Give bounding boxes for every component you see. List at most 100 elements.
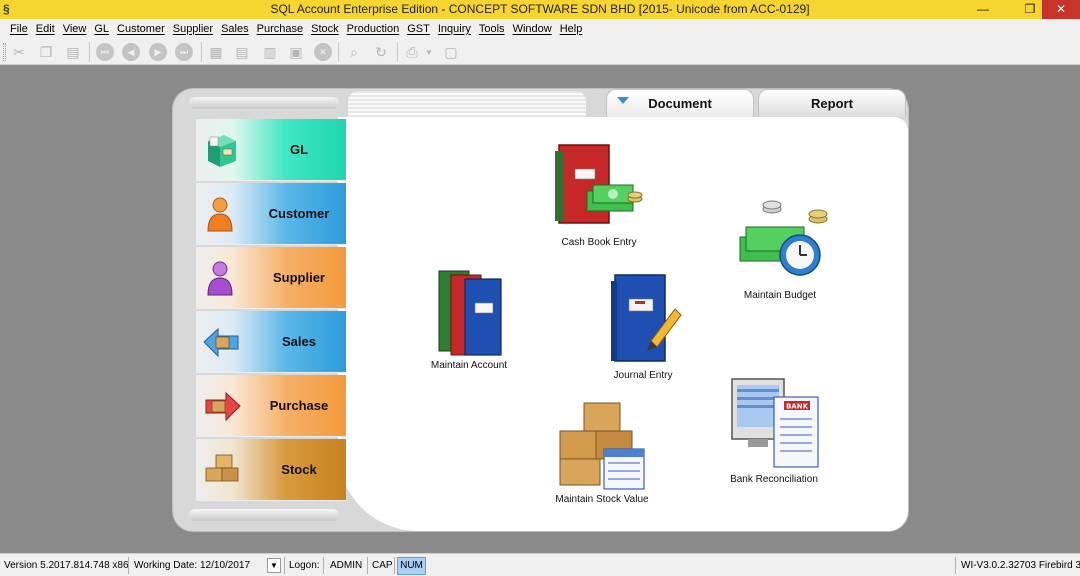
bank-badge-text: BANK bbox=[786, 403, 809, 411]
maximize-button[interactable]: ❐ bbox=[1015, 0, 1045, 19]
delete-icon[interactable]: ▥ bbox=[261, 43, 279, 61]
tab-document[interactable]: Document bbox=[606, 89, 754, 117]
purchase-box-arrow-icon bbox=[205, 391, 241, 422]
document-center-panel: Document Report GL Customer Supplier Sal… bbox=[173, 89, 908, 531]
last-record-icon[interactable]: ⏭ bbox=[175, 43, 193, 61]
bank-reconciliation-label: Bank Reconciliation bbox=[730, 474, 818, 485]
menu-edit[interactable]: Edit bbox=[36, 23, 55, 35]
preview-icon[interactable]: ▢ bbox=[442, 43, 460, 61]
previous-record-icon[interactable]: ◀ bbox=[122, 43, 140, 61]
status-separator bbox=[128, 557, 129, 574]
supplier-person-icon bbox=[207, 261, 233, 296]
first-record-icon[interactable]: ⏮ bbox=[96, 43, 114, 61]
customer-person-icon bbox=[207, 197, 233, 232]
maintain-budget-label: Maintain Budget bbox=[743, 290, 817, 301]
working-date-value[interactable]: 12/10/2017 bbox=[200, 560, 250, 571]
panel-header-decoration bbox=[348, 91, 586, 117]
budget-clock-icon bbox=[739, 200, 828, 276]
tab-dropdown-icon[interactable] bbox=[617, 97, 629, 104]
module-list: GL Customer Supplier Sales Purchase Stoc… bbox=[178, 119, 352, 503]
module-stock-label: Stock bbox=[281, 462, 317, 477]
cash-book-entry-label: Cash Book Entry bbox=[561, 237, 637, 248]
working-date-label: Working Date: bbox=[134, 560, 198, 571]
menu-customer[interactable]: Customer bbox=[117, 23, 165, 35]
stock-boxes-icon bbox=[205, 454, 239, 482]
journal-book-icon bbox=[611, 274, 682, 362]
status-separator bbox=[955, 557, 956, 574]
menu-gl[interactable]: GL bbox=[94, 23, 109, 35]
tab-report[interactable]: Report bbox=[758, 89, 906, 117]
maintain-account-item[interactable]: Maintain Account bbox=[421, 265, 517, 371]
bank-reconciliation-icon: BANK bbox=[731, 378, 819, 468]
module-scroll-down[interactable] bbox=[189, 509, 339, 521]
tab-document-label: Document bbox=[648, 96, 712, 111]
toolbar-grip[interactable] bbox=[3, 43, 6, 61]
cancel-icon[interactable]: ✕ bbox=[314, 43, 332, 61]
menu-help[interactable]: Help bbox=[560, 23, 583, 35]
close-button[interactable]: ✕ bbox=[1042, 0, 1080, 19]
journal-entry-label: Journal Entry bbox=[613, 370, 673, 381]
menu-production[interactable]: Production bbox=[347, 23, 400, 35]
stock-value-icon bbox=[559, 402, 645, 490]
cut-icon[interactable]: ✂ bbox=[10, 43, 28, 61]
refresh-icon[interactable]: ↻ bbox=[372, 43, 390, 61]
module-purchase[interactable]: Purchase bbox=[196, 375, 346, 437]
maintain-stock-value-item[interactable]: Maintain Stock Value bbox=[549, 399, 655, 505]
new-icon[interactable]: ▦ bbox=[207, 43, 225, 61]
module-sales-label: Sales bbox=[282, 334, 316, 349]
cash-book-entry-item[interactable]: Cash Book Entry bbox=[547, 139, 651, 248]
module-gl[interactable]: GL bbox=[196, 119, 352, 181]
menu-view[interactable]: View bbox=[63, 23, 87, 35]
status-separator bbox=[284, 557, 285, 574]
maintain-account-label: Maintain Account bbox=[430, 360, 508, 371]
status-separator bbox=[323, 557, 324, 574]
menu-gst[interactable]: GST bbox=[407, 23, 430, 35]
module-supplier-label: Supplier bbox=[272, 270, 325, 285]
module-customer[interactable]: Customer bbox=[196, 183, 346, 245]
menu-inquiry[interactable]: Inquiry bbox=[438, 23, 471, 35]
toolbar-separator bbox=[338, 42, 339, 62]
edit-icon[interactable]: ▤ bbox=[233, 43, 251, 61]
toolbar-separator bbox=[397, 42, 398, 62]
module-sales[interactable]: Sales bbox=[196, 311, 346, 373]
window-title: SQL Account Enterprise Edition - CONCEPT… bbox=[270, 2, 810, 16]
search-icon[interactable]: ⌕ bbox=[345, 43, 363, 61]
gl-cabinet-icon bbox=[208, 135, 236, 167]
caps-lock-indicator: CAP bbox=[372, 560, 393, 571]
status-bar: Version 5.2017.814.748 x86 Working Date:… bbox=[0, 553, 1080, 576]
module-purchase-label: Purchase bbox=[269, 398, 329, 413]
save-icon[interactable]: ▣ bbox=[287, 43, 305, 61]
database-info: WI-V3.0.2.32703 Firebird 3.0 bbox=[961, 560, 1080, 571]
toolbar: ✂ ❐ ▤ ⏮ ◀ ▶ ⏭ ▦ ▤ ▥ ▣ ✕ ⌕ ↻ ⎙ ▼ ▢ bbox=[0, 38, 1080, 65]
minimize-button[interactable]: — bbox=[968, 0, 998, 19]
menu-file[interactable]: File bbox=[10, 23, 28, 35]
module-customer-label: Customer bbox=[268, 206, 330, 221]
journal-entry-item[interactable]: Journal Entry bbox=[591, 269, 695, 381]
copy-icon[interactable]: ❐ bbox=[37, 43, 55, 61]
logon-user: ADMIN bbox=[330, 560, 363, 571]
status-separator bbox=[367, 557, 368, 574]
chevron-right-icon bbox=[346, 145, 352, 155]
maintain-budget-item[interactable]: Maintain Budget bbox=[725, 197, 835, 301]
module-supplier[interactable]: Supplier bbox=[196, 247, 346, 309]
module-stock[interactable]: Stock bbox=[196, 439, 346, 501]
maintain-stock-value-label: Maintain Stock Value bbox=[555, 494, 649, 505]
menu-stock[interactable]: Stock bbox=[311, 23, 339, 35]
version-text: Version 5.2017.814.748 x86 bbox=[4, 560, 129, 571]
menu-tools[interactable]: Tools bbox=[479, 23, 505, 35]
account-books-icon bbox=[438, 270, 502, 356]
print-icon[interactable]: ⎙ bbox=[403, 43, 421, 61]
next-record-icon[interactable]: ▶ bbox=[149, 43, 167, 61]
menu-sales[interactable]: Sales bbox=[221, 23, 249, 35]
print-dropdown-icon[interactable]: ▼ bbox=[424, 43, 434, 61]
toolbar-separator bbox=[89, 42, 90, 62]
num-lock-indicator: NUM bbox=[397, 557, 426, 575]
sales-box-arrow-icon bbox=[203, 327, 239, 358]
bank-reconciliation-item[interactable]: BANK Bank Reconciliation bbox=[719, 375, 829, 485]
menu-supplier[interactable]: Supplier bbox=[173, 23, 213, 35]
menu-purchase[interactable]: Purchase bbox=[257, 23, 303, 35]
module-scroll-up[interactable] bbox=[189, 97, 339, 109]
menu-window[interactable]: Window bbox=[513, 23, 552, 35]
working-date-dropdown[interactable]: ▼ bbox=[267, 558, 281, 573]
paste-icon[interactable]: ▤ bbox=[64, 43, 82, 61]
